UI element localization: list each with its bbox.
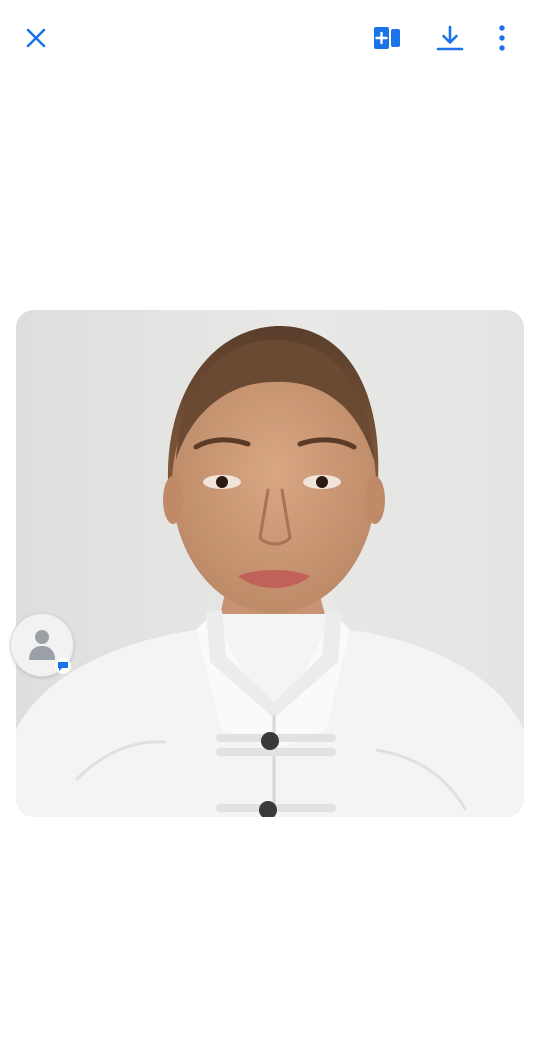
- download-button[interactable]: [426, 14, 474, 62]
- close-button[interactable]: [12, 14, 60, 62]
- portrait-photo[interactable]: [16, 310, 524, 817]
- image-viewer-screen: [0, 0, 540, 1059]
- more-options-button[interactable]: [478, 14, 526, 62]
- add-to-document-button[interactable]: [363, 14, 411, 62]
- top-toolbar: [0, 0, 540, 76]
- chat-bubble-icon: [58, 662, 68, 671]
- download-icon: [436, 25, 464, 51]
- more-vertical-icon: [499, 25, 505, 51]
- close-icon: [26, 28, 46, 48]
- chat-badge: [55, 658, 71, 674]
- contact-avatar-chip[interactable]: [10, 613, 74, 677]
- add-to-document-icon: [374, 27, 400, 49]
- photo-image: [16, 310, 524, 817]
- person-icon: [29, 630, 55, 660]
